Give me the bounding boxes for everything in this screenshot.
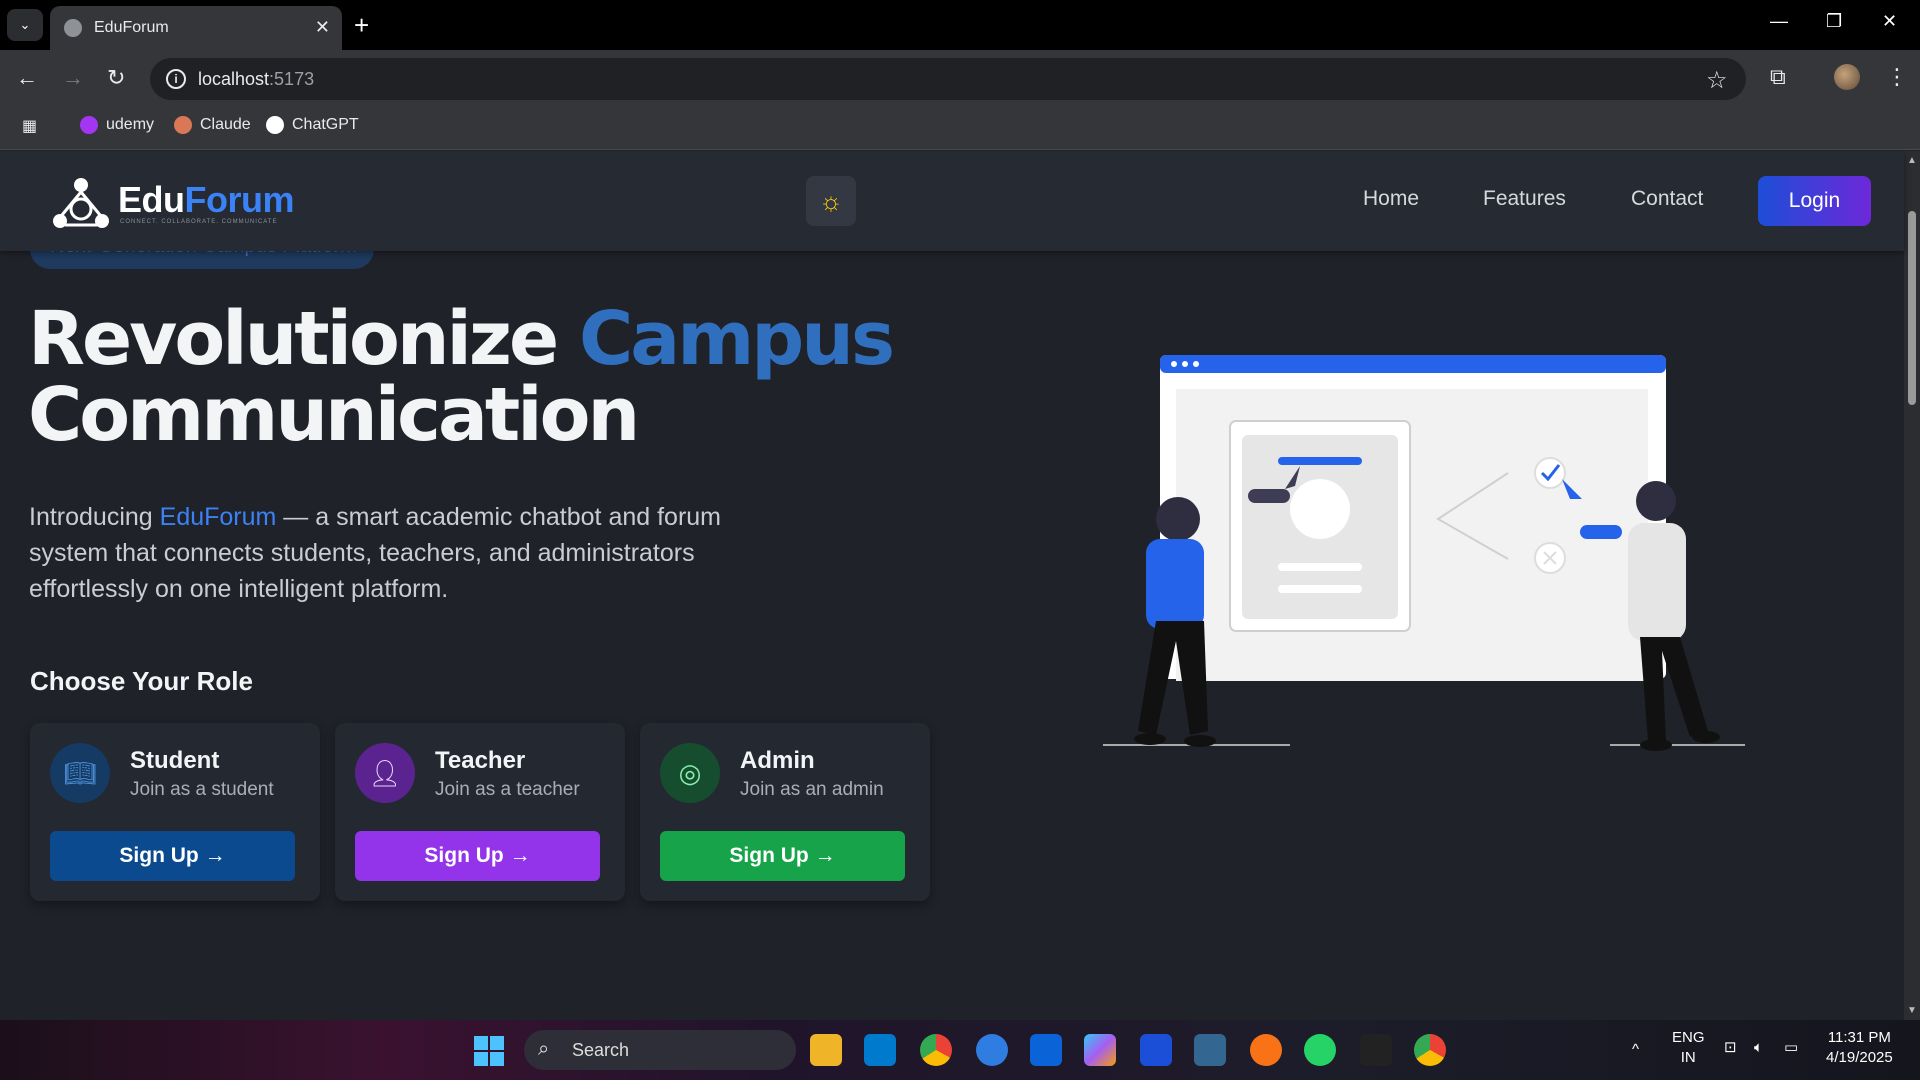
chrome-active-icon[interactable]	[1414, 1034, 1446, 1066]
whatsapp-icon[interactable]	[1304, 1034, 1336, 1066]
admin-signup-button[interactable]: Sign Up →	[660, 831, 905, 881]
postgresql-icon[interactable]	[1194, 1034, 1226, 1066]
forward-icon[interactable]: →	[62, 65, 84, 91]
address-bar[interactable]: i localhost:5173	[150, 58, 1746, 100]
nav-features[interactable]: Features	[1483, 187, 1566, 211]
profile-avatar[interactable]	[1834, 64, 1860, 90]
bookmark-udemy[interactable]: udemy	[80, 116, 154, 134]
unity-icon[interactable]	[1360, 1034, 1392, 1066]
search-icon: ⌕	[538, 1038, 550, 1060]
microsoft365-icon[interactable]	[1084, 1034, 1116, 1066]
volume-icon[interactable]: 🔈︎	[1754, 1038, 1763, 1058]
bookmark-claude[interactable]: Claude	[174, 116, 251, 134]
extensions-icon[interactable]: ⧉	[1770, 64, 1786, 90]
hero-illustration	[1103, 355, 1745, 751]
close-window-button[interactable]: ✕	[1882, 11, 1897, 32]
logo-tagline: CONNECT. COLLABORATE. COMMUNICATE	[120, 219, 278, 225]
page-scrollbar[interactable]: ▲ ▼	[1904, 151, 1920, 1020]
udemy-icon	[80, 116, 98, 134]
teacher-signup-button[interactable]: Sign Up →	[355, 831, 600, 881]
app-store-icon[interactable]	[976, 1034, 1008, 1066]
role-card-student: 📖︎ Student Join as a student Sign Up →	[30, 723, 320, 901]
language-indicator[interactable]: ENG IN	[1672, 1028, 1705, 1068]
role-subtitle: Join as a teacher	[435, 779, 580, 800]
browser-tab[interactable]: EduForum ✕	[50, 6, 342, 50]
url-host: localhost	[198, 68, 270, 89]
reload-icon[interactable]: ↻	[107, 65, 125, 91]
url-port: :5173	[269, 68, 315, 89]
sun-icon: ☼	[819, 185, 843, 216]
jetbrains-icon[interactable]	[1140, 1034, 1172, 1066]
tab-title: EduForum	[94, 19, 169, 36]
show-hidden-icons[interactable]: ^	[1632, 1040, 1639, 1060]
user-icon: 👤︎	[355, 743, 415, 803]
back-icon[interactable]: ←	[16, 65, 38, 91]
scroll-down-arrow[interactable]: ▼	[1907, 1005, 1917, 1016]
claude-icon	[174, 116, 192, 134]
site-header: EduForum CONNECT. COLLABORATE. COMMUNICA…	[0, 151, 1904, 251]
role-subtitle: Join as an admin	[740, 779, 884, 800]
scrollbar-thumb[interactable]	[1908, 211, 1916, 405]
vscode-icon[interactable]	[864, 1034, 896, 1066]
nav-contact[interactable]: Contact	[1631, 187, 1703, 211]
battery-icon[interactable]: ▭	[1784, 1038, 1798, 1058]
role-subtitle: Join as a student	[130, 779, 274, 800]
chrome-icon[interactable]	[920, 1034, 952, 1066]
taskbar-search[interactable]: ⌕ Search	[524, 1030, 796, 1070]
outlook-icon[interactable]	[1030, 1034, 1062, 1066]
bookmark-star-icon[interactable]: ☆	[1706, 66, 1728, 95]
hero-title: Revolutionize Campus Communication	[28, 296, 895, 458]
nav-home[interactable]: Home	[1363, 187, 1419, 211]
close-tab-icon[interactable]: ✕	[315, 17, 330, 38]
site-info-icon[interactable]: i	[166, 69, 186, 89]
logo-icon	[53, 178, 109, 228]
chatgpt-icon	[266, 116, 284, 134]
admin-icon: ◎	[660, 743, 720, 803]
role-title: Student	[130, 747, 220, 774]
web-page: EduForum CONNECT. COLLABORATE. COMMUNICA…	[0, 151, 1920, 1020]
globe-icon	[64, 19, 82, 37]
logo-text[interactable]: EduForum	[118, 179, 294, 221]
clock[interactable]: 11:31 PM 4/19/2025	[1826, 1028, 1893, 1068]
scroll-up-arrow[interactable]: ▲	[1907, 155, 1917, 166]
windows-start-icon[interactable]	[474, 1036, 504, 1066]
login-button[interactable]: Login	[1758, 176, 1871, 226]
student-signup-button[interactable]: Sign Up →	[50, 831, 295, 881]
bookmark-chatgpt[interactable]: ChatGPT	[266, 116, 359, 134]
restore-button[interactable]: ❐	[1826, 11, 1842, 32]
role-title: Admin	[740, 747, 815, 774]
role-card-admin: ◎ Admin Join as an admin Sign Up →	[640, 723, 930, 901]
new-tab-button[interactable]: +	[354, 10, 369, 41]
menu-icon[interactable]: ⋮	[1886, 64, 1908, 90]
network-icon[interactable]: ⊡	[1724, 1038, 1737, 1058]
hero-intro: Introducing EduForum — a smart academic …	[29, 503, 722, 603]
tab-search-button[interactable]: ⌄	[7, 9, 43, 41]
choose-role-heading: Choose Your Role	[30, 666, 253, 696]
postman-icon[interactable]	[1250, 1034, 1282, 1066]
theme-toggle-button[interactable]: ☼	[806, 176, 856, 226]
minimize-button[interactable]: —	[1770, 11, 1788, 32]
role-title: Teacher	[435, 747, 526, 774]
role-card-teacher: 👤︎ Teacher Join as a teacher Sign Up →	[335, 723, 625, 901]
book-icon: 📖︎	[50, 743, 110, 803]
file-explorer-icon[interactable]	[810, 1034, 842, 1066]
apps-grid-icon[interactable]: ▦	[22, 116, 37, 136]
